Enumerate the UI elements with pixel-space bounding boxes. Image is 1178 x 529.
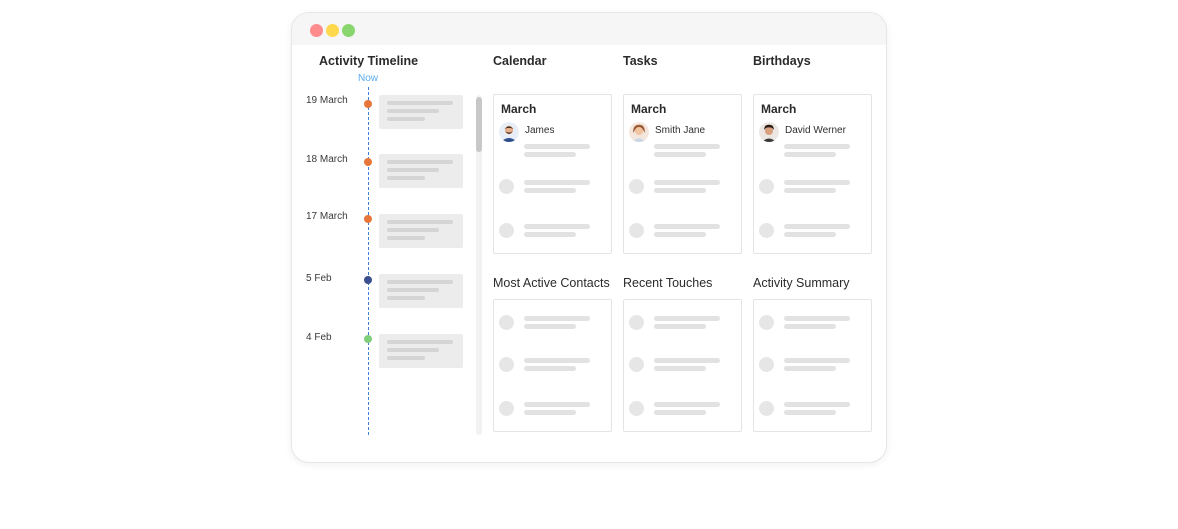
most-active-contacts-card[interactable] [493,299,612,432]
placeholder-line [654,180,720,185]
app-window: Activity Timeline Now 19 March 18 March … [291,12,887,463]
calendar-title: Calendar [493,54,547,68]
timeline-event-dot [364,215,372,223]
timeline-event-card[interactable] [379,334,463,368]
timeline-event-dot [364,335,372,343]
placeholder-avatar [629,315,644,330]
close-window-icon[interactable] [310,24,323,37]
placeholder-line [784,316,850,321]
timeline-date: 4 Feb [306,332,332,343]
contact-name: Smith Jane [655,125,706,136]
placeholder-avatar [499,179,514,194]
timeline-date: 19 March [306,95,348,106]
contact-name: James [525,125,555,136]
placeholder-line [654,366,706,371]
placeholder-line [784,224,850,229]
tasks-title: Tasks [623,54,658,68]
placeholder-line [654,152,706,157]
placeholder-line [524,366,576,371]
placeholder-line [524,316,590,321]
placeholder-line [784,144,850,149]
timeline-event-dot [364,100,372,108]
placeholder-line [654,316,720,321]
placeholder-line [654,232,706,237]
placeholder-line [524,188,576,193]
timeline-date: 17 March [306,211,348,222]
card-month: March [761,102,797,116]
placeholder-line [524,232,576,237]
placeholder-avatar [629,357,644,372]
placeholder-line [654,410,706,415]
placeholder-line [654,358,720,363]
placeholder-line [784,180,850,185]
title-bar [292,13,886,45]
timeline-event-dot [364,158,372,166]
tasks-card[interactable]: March Smith Jane [623,94,742,254]
timeline-event-card[interactable] [379,95,463,129]
placeholder-line [784,366,836,371]
timeline-date: 5 Feb [306,273,332,284]
placeholder-line [654,402,720,407]
maximize-window-icon[interactable] [342,24,355,37]
placeholder-line [784,402,850,407]
placeholder-avatar [629,223,644,238]
placeholder-avatar [499,401,514,416]
man-curly-avatar-icon [759,122,779,142]
placeholder-avatar [499,315,514,330]
timeline-event-card[interactable] [379,214,463,248]
timeline-event-card[interactable] [379,154,463,188]
placeholder-avatar [499,223,514,238]
placeholder-avatar [499,357,514,372]
recent-touches-title: Recent Touches [623,276,713,290]
placeholder-avatar [759,401,774,416]
placeholder-line [654,188,706,193]
activity-summary-card[interactable] [753,299,872,432]
placeholder-line [654,324,706,329]
placeholder-line [524,180,590,185]
placeholder-line [784,410,836,415]
placeholder-line [654,144,720,149]
placeholder-avatar [629,179,644,194]
placeholder-line [524,402,590,407]
placeholder-line [784,188,836,193]
card-month: March [501,102,537,116]
timeline-event-card[interactable] [379,274,463,308]
timeline-line [368,87,369,435]
placeholder-line [524,152,576,157]
placeholder-avatar [759,357,774,372]
placeholder-avatar [759,223,774,238]
placeholder-line [784,358,850,363]
recent-touches-card[interactable] [623,299,742,432]
placeholder-line [784,232,836,237]
contact-name: David Werner [785,125,846,136]
birthdays-title: Birthdays [753,54,811,68]
placeholder-line [654,224,720,229]
minimize-window-icon[interactable] [326,24,339,37]
timeline-date: 18 March [306,154,348,165]
placeholder-line [784,324,836,329]
placeholder-line [524,324,576,329]
birthdays-card[interactable]: March David Werner [753,94,872,254]
placeholder-avatar [759,315,774,330]
placeholder-avatar [759,179,774,194]
activity-summary-title: Activity Summary [753,276,850,290]
scrollbar-thumb[interactable] [476,97,482,152]
card-month: March [631,102,667,116]
now-label: Now [358,73,379,84]
placeholder-avatar [629,401,644,416]
placeholder-line [524,410,576,415]
timeline-event-dot [364,276,372,284]
woman-avatar-icon [629,122,649,142]
timeline-title: Activity Timeline [319,54,419,68]
placeholder-line [784,152,836,157]
most-active-contacts-title: Most Active Contacts [493,276,610,290]
placeholder-line [524,358,590,363]
man-bearded-avatar-icon [499,122,519,142]
placeholder-line [524,144,590,149]
placeholder-line [524,224,590,229]
calendar-card[interactable]: March James [493,94,612,254]
